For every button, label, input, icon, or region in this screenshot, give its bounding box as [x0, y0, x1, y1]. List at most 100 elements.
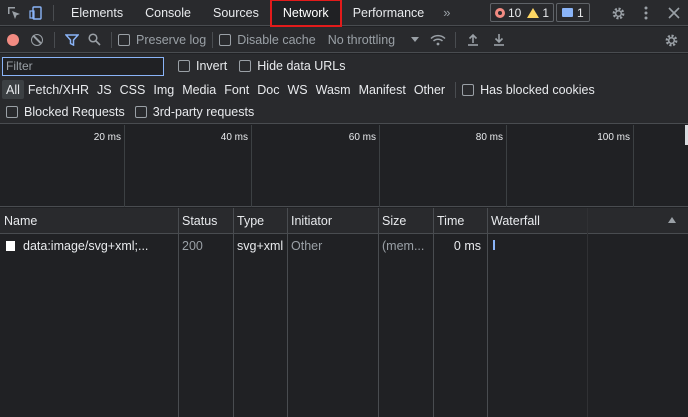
request-status: 200: [182, 239, 203, 253]
error-counter: 10: [495, 6, 521, 20]
type-filter-all[interactable]: All: [2, 80, 24, 99]
blocked-requests-label: Blocked Requests: [24, 105, 125, 119]
type-filter-ws[interactable]: WS: [283, 80, 311, 99]
disable-cache-checkbox[interactable]: Disable cache: [219, 33, 316, 47]
overview-gridline: [506, 125, 507, 207]
type-filter-other[interactable]: Other: [410, 80, 449, 99]
kebab-menu-icon[interactable]: [636, 2, 656, 24]
table-header: Name Status Type Initiator Size Time Wat…: [0, 208, 688, 234]
typebar-divider: [455, 81, 457, 98]
request-name: data:image/svg+xml;...: [23, 239, 149, 253]
filter-input[interactable]: [2, 56, 164, 76]
console-counters[interactable]: 10 1: [490, 3, 555, 22]
chevron-down-icon: [411, 37, 420, 42]
export-har-icon[interactable]: [488, 29, 510, 51]
network-settings-gear-icon[interactable]: [660, 29, 682, 51]
third-party-checkbox[interactable]: 3rd-party requests: [134, 105, 255, 119]
warning-counter: 1: [527, 6, 549, 20]
issues-count: 1: [577, 5, 584, 20]
checkbox-box[interactable]: [219, 33, 232, 46]
preserve-log-checkbox[interactable]: Preserve log: [118, 33, 206, 47]
invert-label: Invert: [196, 59, 228, 73]
hide-data-urls-label: Hide data URLs: [257, 59, 346, 73]
type-filter-img[interactable]: Img: [149, 80, 178, 99]
column-header-type[interactable]: Type: [233, 208, 287, 234]
blocked-requests-bar: Blocked Requests 3rd-party requests: [0, 101, 688, 124]
checkbox-box[interactable]: [6, 106, 18, 118]
type-filter-font[interactable]: Font: [220, 80, 253, 99]
overview-tick-label: 80 ms: [475, 132, 503, 143]
search-icon[interactable]: [83, 29, 105, 51]
overview-tick-label: 100 ms: [597, 132, 630, 143]
checkbox-box[interactable]: [134, 106, 147, 118]
request-name-cell[interactable]: data:image/svg+xml;...: [2, 235, 178, 257]
third-party-label: 3rd-party requests: [152, 105, 255, 119]
requests-table: Name Status Type Initiator Size Time Wat…: [0, 208, 688, 417]
file-icon: [6, 241, 15, 251]
toolbar-divider: [111, 31, 112, 48]
has-blocked-cookies-checkbox[interactable]: Has blocked cookies: [462, 83, 595, 97]
type-filter-media[interactable]: Media: [178, 80, 220, 99]
issues-counter[interactable]: 1: [556, 3, 590, 22]
checkbox-box[interactable]: [118, 33, 130, 46]
tabbar-divider: [53, 4, 54, 21]
column-header-size[interactable]: Size: [378, 208, 433, 234]
tab-network[interactable]: Network: [269, 0, 342, 27]
checkbox-box[interactable]: [178, 60, 190, 72]
column-header-name[interactable]: Name: [0, 208, 178, 234]
filter-icon[interactable]: [61, 29, 83, 51]
tab-sources[interactable]: Sources: [202, 0, 270, 26]
checkbox-box[interactable]: [239, 60, 252, 72]
disable-cache-label: Disable cache: [237, 32, 316, 47]
blocked-requests-checkbox[interactable]: Blocked Requests: [6, 105, 125, 119]
column-header-status[interactable]: Status: [178, 208, 233, 234]
request-initiator: Other: [291, 239, 323, 253]
error-count: 10: [508, 5, 522, 20]
type-filter-fetch-xhr[interactable]: Fetch/XHR: [24, 80, 93, 99]
request-size: (mem...: [382, 239, 425, 253]
has-blocked-cookies-label: Has blocked cookies: [480, 82, 595, 97]
overview-tick-label: 60 ms: [348, 132, 376, 143]
toolbar-divider: [455, 31, 457, 48]
type-filter-doc[interactable]: Doc: [253, 80, 283, 99]
issues-icon: [562, 8, 573, 17]
tab-performance[interactable]: Performance: [342, 0, 436, 26]
overview-tick-label: 40 ms: [220, 132, 248, 143]
inspect-element-icon[interactable]: [3, 2, 25, 24]
overview-gridline: [633, 125, 634, 207]
tab-elements[interactable]: Elements: [60, 0, 134, 26]
request-type: svg+xml: [237, 239, 284, 253]
device-toolbar-icon[interactable]: [25, 2, 47, 24]
devtools-tabbar: Elements Console Sources Network Perform…: [0, 0, 688, 27]
tab-console[interactable]: Console: [134, 0, 202, 26]
request-time: 0 ms: [453, 239, 481, 253]
type-filter-wasm[interactable]: Wasm: [312, 80, 355, 99]
hide-data-urls-checkbox[interactable]: Hide data URLs: [239, 59, 346, 73]
error-icon: [495, 7, 505, 18]
type-filter-js[interactable]: JS: [93, 80, 116, 99]
overview-gridline: [251, 125, 252, 207]
gear-icon[interactable]: [608, 2, 628, 24]
more-tabs-chevron[interactable]: »: [435, 5, 458, 20]
network-conditions-icon[interactable]: [427, 29, 449, 51]
record-icon[interactable]: [7, 33, 19, 46]
waterfall-bar: [493, 240, 495, 250]
warning-icon: [527, 7, 540, 18]
import-har-icon[interactable]: [462, 29, 484, 51]
overview-gridline: [124, 125, 125, 207]
clear-icon[interactable]: [31, 33, 43, 46]
sort-ascending-icon[interactable]: [668, 217, 676, 223]
close-icon[interactable]: [664, 2, 684, 24]
preserve-log-label: Preserve log: [136, 32, 207, 47]
type-filter-manifest[interactable]: Manifest: [355, 80, 410, 99]
column-header-initiator[interactable]: Initiator: [287, 208, 378, 234]
throttling-select[interactable]: No throttling: [328, 33, 420, 47]
network-overview[interactable]: 20 ms 40 ms 60 ms 80 ms 100 ms: [0, 125, 688, 207]
overview-tick-label: 20 ms: [93, 132, 121, 143]
invert-checkbox[interactable]: Invert: [178, 59, 227, 73]
type-filter-css[interactable]: CSS: [116, 80, 150, 99]
checkbox-box[interactable]: [462, 83, 475, 96]
resource-type-filters: All Fetch/XHR JS CSS Img Media Font Doc …: [0, 78, 688, 101]
column-header-time[interactable]: Time: [433, 208, 487, 234]
table-row[interactable]: data:image/svg+xml;... 200 svg+xml Other…: [0, 235, 688, 257]
